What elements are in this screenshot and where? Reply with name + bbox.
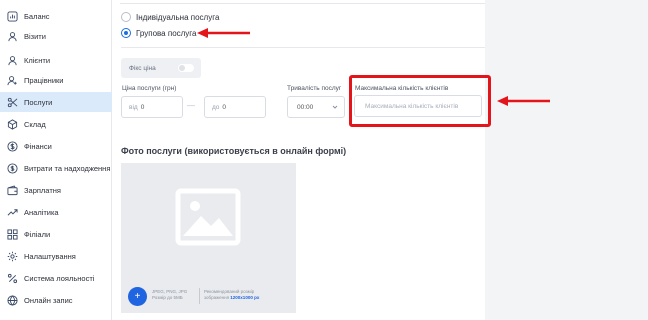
- price-from-input[interactable]: від 0: [121, 96, 183, 118]
- radio-indicator[interactable]: [121, 12, 131, 22]
- price-from-value: 0: [140, 103, 145, 111]
- sidebar-item-loyalty[interactable]: Система лояльності: [0, 268, 112, 288]
- service-form-card: Індивідуальна послуга Групова послуга Фі…: [112, 0, 485, 320]
- image-placeholder-icon: [175, 188, 241, 246]
- sidebar-item-warehouse[interactable]: Склад: [0, 114, 112, 134]
- sidebar-item-label: Візити: [24, 31, 46, 41]
- recommended-prefix: зображення: [204, 295, 230, 300]
- sidebar-item-salary[interactable]: Зарплатня: [0, 180, 112, 200]
- annotation-arrow-left: [197, 28, 250, 38]
- sidebar-item-branches[interactable]: Філіали: [0, 224, 112, 244]
- sidebar-item-services[interactable]: Послуги: [0, 92, 112, 112]
- radio-individual-service[interactable]: Індивідуальна послуга: [121, 12, 219, 22]
- sidebar-item-label: Клієнти: [24, 55, 51, 65]
- sidebar-item-label: Працівники: [24, 75, 64, 85]
- duration-value: 00:00: [297, 103, 314, 111]
- price-to-value: 0: [222, 103, 227, 111]
- sidebar-item-analytics[interactable]: Аналітика: [0, 202, 112, 222]
- sidebar: Баланс Візити Клієнти Працівники Послуги…: [0, 0, 112, 320]
- radio-label: Групова послуга: [136, 28, 197, 38]
- chart-square-icon: [7, 10, 18, 22]
- range-dash: —: [187, 101, 195, 110]
- user-tie-icon: [7, 75, 18, 86]
- price-to-prefix: до: [212, 103, 220, 111]
- sidebar-item-balance[interactable]: Баланс: [0, 6, 112, 26]
- percent-icon: [7, 273, 18, 284]
- fixed-price-label: Фікс ціна: [129, 64, 156, 72]
- price-label: Ціна послуги (грн): [122, 85, 177, 92]
- recommended-line: зображення 1200x1000 px: [204, 295, 259, 301]
- grid-icon: [7, 228, 18, 240]
- sidebar-item-label: Фінанси: [24, 141, 52, 151]
- sidebar-item-online-booking[interactable]: Онлайн запис: [0, 290, 112, 310]
- main-content: Індивідуальна послуга Групова послуга Фі…: [112, 0, 648, 320]
- trend-icon: [7, 207, 18, 218]
- recommended-size-info: Рекомендований розмір зображення 1200x10…: [204, 289, 259, 301]
- price-to-input[interactable]: до 0: [204, 96, 266, 118]
- sidebar-item-label: Налаштування: [24, 251, 76, 261]
- sidebar-item-label: Аналітика: [24, 207, 59, 217]
- sidebar-item-expenses[interactable]: Витрати та надходження: [0, 158, 112, 178]
- add-photo-button[interactable]: +: [128, 287, 147, 306]
- section-divider: [121, 47, 485, 48]
- upload-size: Розмір до 5МБ: [152, 295, 183, 300]
- toggle-switch[interactable]: [178, 64, 194, 72]
- scissors-icon: [7, 97, 18, 108]
- recommended-size: 1200x1000 px: [230, 295, 260, 300]
- wallet-icon: [7, 185, 18, 196]
- sidebar-item-label: Баланс: [24, 11, 50, 21]
- money-icon: [7, 162, 18, 174]
- photo-section-title: Фото послуги (використовується в онлайн …: [121, 146, 347, 156]
- upload-info: JPEG, PNG, JPG Розмір до 5МБ: [152, 289, 187, 301]
- sidebar-item-visits[interactable]: Візити: [0, 26, 112, 46]
- sidebar-item-label: Склад: [24, 119, 46, 129]
- user-icon: [7, 31, 18, 42]
- sidebar-item-label: Витрати та надходження: [24, 163, 111, 173]
- price-from-prefix: від: [129, 103, 138, 111]
- duration-label: Тривалість послуг: [287, 85, 342, 92]
- box-icon: [7, 118, 18, 130]
- user-icon: [7, 55, 18, 66]
- globe-icon: [7, 294, 18, 306]
- sidebar-item-label: Послуги: [24, 97, 53, 107]
- dollar-circle-icon: [7, 140, 18, 152]
- top-divider: [120, 0, 485, 4]
- radio-label: Індивідуальна послуга: [136, 12, 220, 22]
- sidebar-item-label: Зарплатня: [24, 185, 61, 195]
- photo-upload-area[interactable]: + JPEG, PNG, JPG Розмір до 5МБ Рекомендо…: [121, 163, 296, 313]
- duration-select[interactable]: 00:00: [287, 96, 345, 118]
- fixed-price-toggle[interactable]: Фікс ціна: [121, 58, 201, 78]
- settings-icon: [7, 251, 18, 262]
- sidebar-item-label: Філіали: [24, 229, 51, 239]
- sidebar-item-settings[interactable]: Налаштування: [0, 246, 112, 266]
- sidebar-item-label: Система лояльності: [24, 273, 95, 283]
- radio-group-service[interactable]: Групова послуга: [121, 28, 197, 38]
- sidebar-item-finance[interactable]: Фінанси: [0, 136, 112, 156]
- annotation-arrow-left: [497, 96, 550, 106]
- radio-indicator[interactable]: [121, 28, 131, 38]
- annotation-highlight-box: [349, 75, 491, 127]
- sidebar-item-staff[interactable]: Працівники: [0, 70, 112, 90]
- sidebar-item-label: Онлайн запис: [24, 295, 73, 305]
- sidebar-item-clients[interactable]: Клієнти: [0, 50, 112, 70]
- chevron-down-icon: [332, 104, 338, 110]
- upload-separator: [199, 288, 200, 304]
